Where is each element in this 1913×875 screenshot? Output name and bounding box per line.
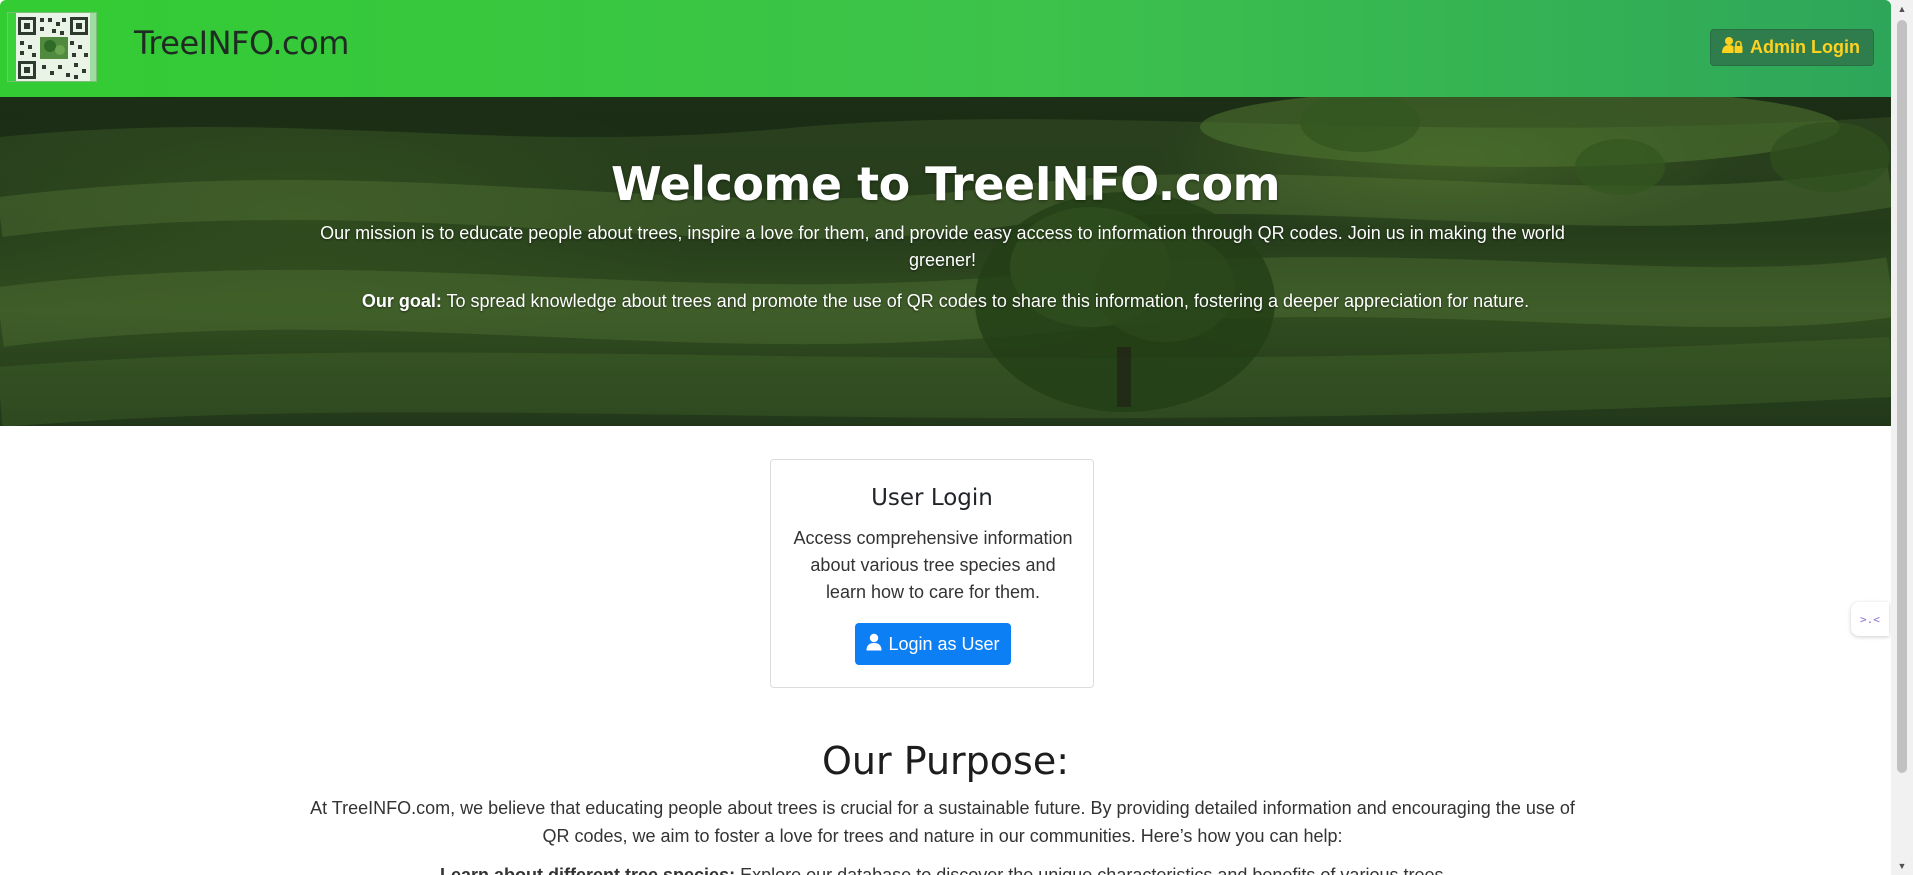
purpose-title: Our Purpose: — [822, 739, 1069, 783]
navbar: TreeINFO.com Admin Login — [0, 0, 1891, 97]
user-login-card: User Login Access comprehensive informat… — [770, 459, 1094, 688]
hero-goal-text: Our goal: To spread knowledge about tree… — [0, 291, 1891, 312]
qr-code-icon[interactable] — [7, 12, 97, 82]
login-as-user-label: Login as User — [888, 633, 1000, 654]
scrollbar[interactable]: ▲ ▼ — [1891, 0, 1913, 875]
scroll-down-arrow-icon[interactable]: ▼ — [1891, 857, 1913, 875]
user-icon — [866, 633, 882, 656]
goal-label: Our goal: — [361, 291, 442, 311]
hero-banner: Welcome to TreeINFO.com Our mission is t… — [0, 97, 1891, 426]
purpose-text: At TreeINFO.com, we believe that educati… — [310, 798, 1575, 846]
brand-title[interactable]: TreeINFO.com — [134, 24, 349, 62]
side-widget-icon[interactable]: >.< — [1851, 602, 1889, 636]
user-login-title: User Login — [871, 485, 993, 511]
page: TreeINFO.com Admin Login Welcome to Tree… — [0, 0, 1891, 875]
user-login-description: Access comprehensive information about v… — [793, 528, 1073, 602]
purpose-list-item: Learn about different tree species: Expl… — [440, 865, 1540, 875]
user-lock-icon — [1722, 36, 1744, 59]
purpose-item-bold: Learn about different tree species: — [440, 865, 736, 875]
hero-mission-text: Our mission is to educate people about t… — [320, 223, 1565, 270]
admin-login-label: Admin Login — [1750, 37, 1860, 57]
scrollbar-thumb[interactable] — [1897, 20, 1907, 773]
purpose-item-text: Explore our database to discover the uni… — [735, 865, 1449, 875]
login-as-user-button[interactable]: Login as User — [855, 623, 1011, 665]
hero-title: Welcome to TreeINFO.com — [611, 157, 1281, 211]
goal-text: To spread knowledge about trees and prom… — [441, 291, 1530, 311]
svg-text:>.<: >.< — [1860, 613, 1880, 626]
admin-login-button[interactable]: Admin Login — [1710, 29, 1874, 66]
scroll-up-arrow-icon[interactable]: ▲ — [1891, 0, 1913, 18]
